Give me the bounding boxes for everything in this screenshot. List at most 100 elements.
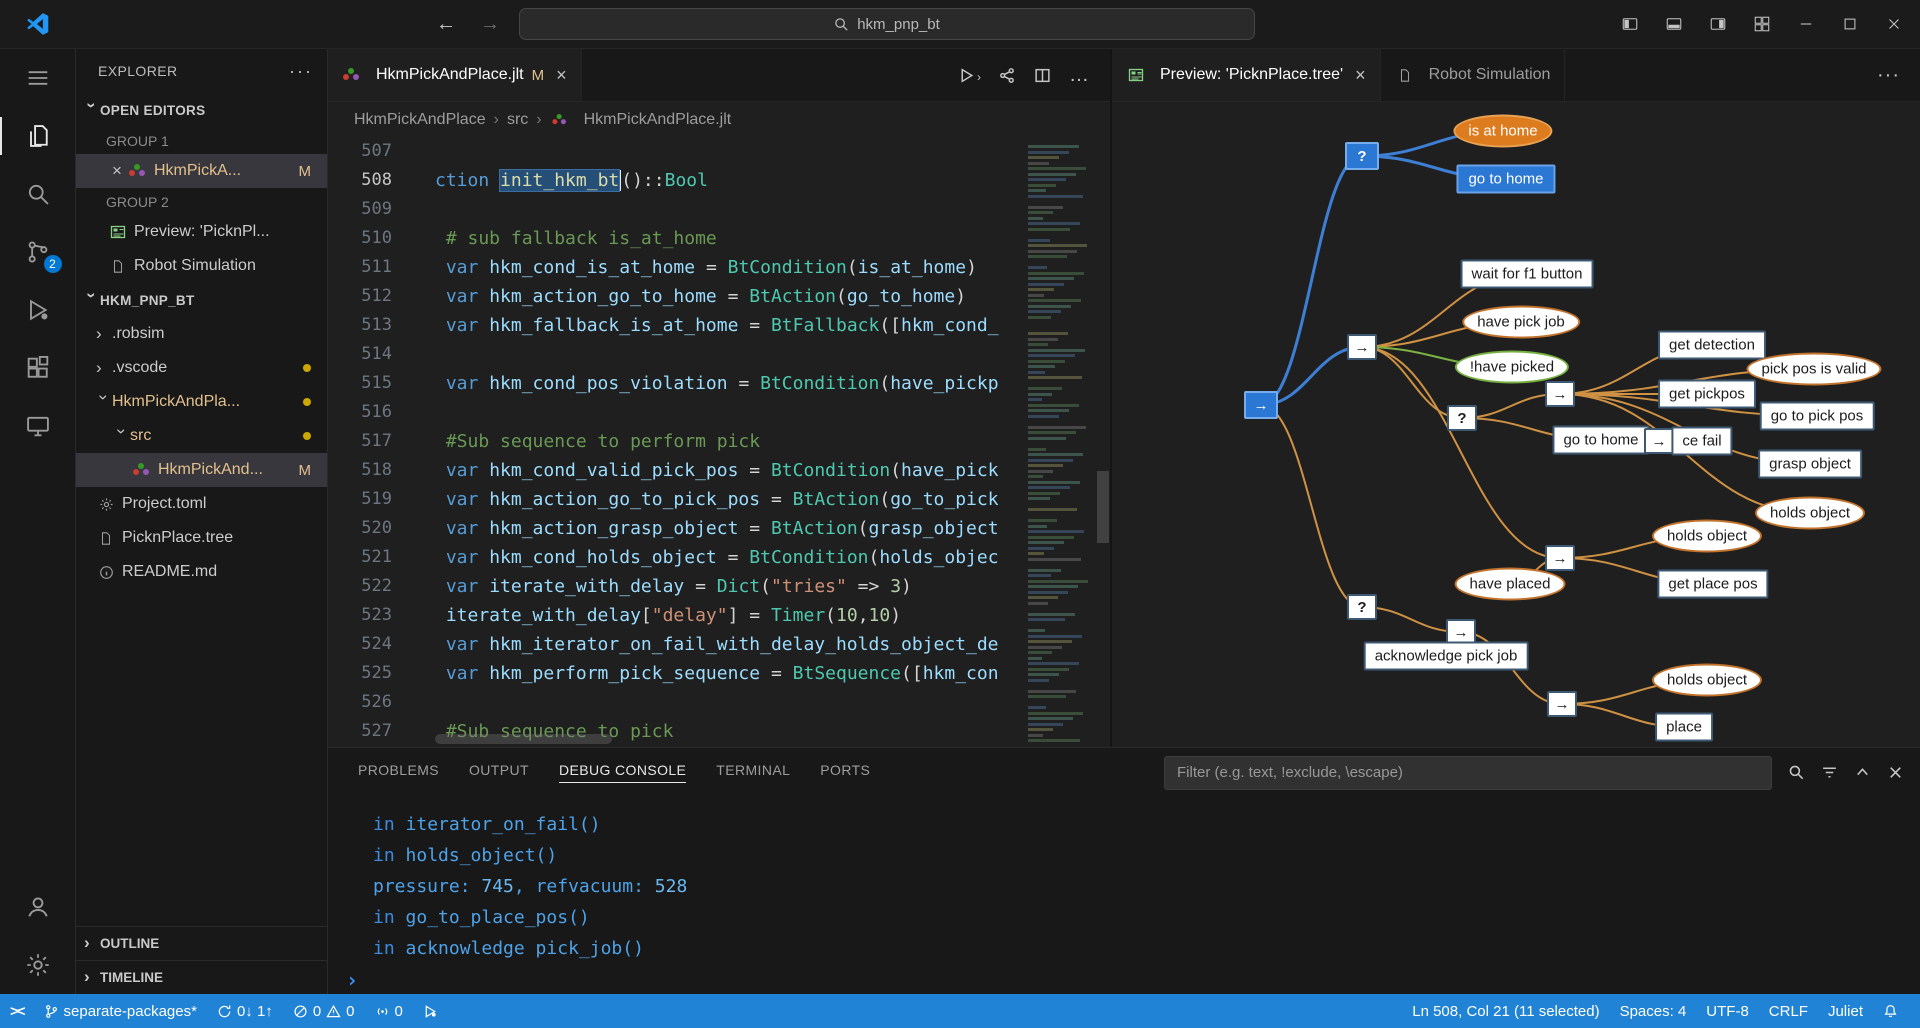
code-line-507[interactable]: 507 <box>328 137 1010 166</box>
tree-node-not-have-picked[interactable]: !have picked <box>1455 351 1569 384</box>
indentation-status[interactable]: Spaces: 4 <box>1610 994 1697 1028</box>
explorer-item-hkmpickand[interactable]: HkmPickAnd...M <box>76 453 327 487</box>
behavior-tree-preview[interactable]: →?is at homego to home→wait for f1 butto… <box>1112 102 1920 747</box>
breadcrumb-folder[interactable]: HkmPickAndPlace <box>354 111 486 129</box>
code-line-523[interactable]: 523 iterate_with_delay["delay"] = Timer(… <box>328 601 1010 630</box>
problems-status[interactable]: 0 0 <box>283 994 365 1028</box>
code-line-517[interactable]: 517 #Sub sequence to perform pick <box>328 427 1010 456</box>
section-header-open-editors[interactable]: ›OPEN EDITORS <box>76 93 327 127</box>
horizontal-scrollbar-thumb[interactable] <box>435 734 612 744</box>
cursor-position[interactable]: Ln 508, Col 21 (11 selected) <box>1402 994 1609 1028</box>
code-line-527[interactable]: 527 #Sub sequence to pick <box>328 717 1010 746</box>
sidebar-more-actions[interactable]: ··· <box>289 61 313 82</box>
more-actions-icon[interactable]: ··· <box>1877 64 1900 87</box>
tab-close-icon[interactable]: × <box>1355 65 1366 86</box>
eol-status[interactable]: CRLF <box>1759 994 1818 1028</box>
tree-node-get-pickpos[interactable]: get pickpos <box>1658 380 1756 409</box>
code-line-513[interactable]: 513 var hkm_fallback_is_at_home = BtFall… <box>328 311 1010 340</box>
command-center-search[interactable]: hkm_pnp_bt <box>519 8 1255 40</box>
tree-node-fallback-mid[interactable]: ? <box>1447 405 1477 431</box>
explorer-item-group-1[interactable]: GROUP 1 <box>76 127 327 154</box>
filter-icon[interactable] <box>1821 764 1838 781</box>
minimize-button[interactable] <box>1786 4 1826 44</box>
panel-tab-output[interactable]: OUTPUT <box>469 762 529 783</box>
extensions-icon[interactable] <box>0 339 76 397</box>
explorer-item-hkmpicka[interactable]: ×HkmPickA...M <box>76 154 327 188</box>
account-icon[interactable] <box>0 878 76 936</box>
explorer-item-project-toml[interactable]: Project.toml <box>76 487 327 521</box>
git-sync-status[interactable]: 0↓ 1↑ <box>207 994 283 1028</box>
menu-icon[interactable] <box>0 49 76 107</box>
source-control-icon[interactable]: 2 <box>0 223 76 281</box>
git-branch-status[interactable]: separate-packages* <box>34 994 207 1028</box>
code-line-511[interactable]: 511 var hkm_cond_is_at_home = BtConditio… <box>328 253 1010 282</box>
timeline-section-header[interactable]: ›TIMELINE <box>76 960 327 994</box>
back-arrow-icon[interactable]: ← <box>431 13 461 36</box>
code-line-518[interactable]: 518 var hkm_cond_valid_pick_pos = BtCond… <box>328 456 1010 485</box>
tree-node-root[interactable]: → <box>1244 391 1278 419</box>
tab-robot-simulation[interactable]: Robot Simulation <box>1381 49 1566 101</box>
code-line-522[interactable]: 522 var iterate_with_delay = Dict("tries… <box>328 572 1010 601</box>
tab-preview-picknplace-tree[interactable]: Preview: 'PicknPlace.tree' × <box>1112 49 1381 101</box>
code-line-515[interactable]: 515 var hkm_cond_pos_violation = BtCondi… <box>328 369 1010 398</box>
tree-node-final-sequence[interactable]: → <box>1547 691 1577 717</box>
toggle-panel-icon[interactable] <box>1654 4 1694 44</box>
settings-gear-icon[interactable] <box>0 936 76 994</box>
code-line-512[interactable]: 512 var hkm_action_go_to_home = BtAction… <box>328 282 1010 311</box>
code-line-524[interactable]: 524 var hkm_iterator_on_fail_with_delay_… <box>328 630 1010 659</box>
tree-node-mini-sequence[interactable]: → <box>1644 428 1674 454</box>
encoding-status[interactable]: UTF-8 <box>1696 994 1759 1028</box>
tree-node-go-to-pick-pos[interactable]: go to pick pos <box>1760 402 1875 431</box>
more-actions-icon[interactable]: … <box>1069 64 1090 87</box>
explorer-item-robsim[interactable]: ›.robsim <box>76 317 327 351</box>
tree-node-fallback-bottom[interactable]: ? <box>1347 594 1377 620</box>
tab-close-icon[interactable]: × <box>556 65 567 86</box>
explorer-item-robot-simulation[interactable]: Robot Simulation <box>76 249 327 283</box>
code-line-508[interactable]: 508ction init_hkm_bt()::Bool <box>328 166 1010 195</box>
split-editor-icon[interactable] <box>1034 67 1051 84</box>
explorer-icon[interactable] <box>0 107 76 165</box>
tree-node-get-place-pos[interactable]: get place pos <box>1657 570 1768 599</box>
run-file-button[interactable]: › <box>958 67 981 84</box>
maximize-panel-icon[interactable] <box>1854 764 1871 781</box>
run-debug-icon[interactable] <box>0 281 76 339</box>
minimap[interactable] <box>1022 137 1096 747</box>
explorer-item-preview-picknpl[interactable]: Preview: 'PicknPl... <box>76 215 327 249</box>
code-line-521[interactable]: 521 var hkm_cond_holds_object = BtCondit… <box>328 543 1010 572</box>
explorer-item-picknplace-tree[interactable]: PicknPlace.tree <box>76 521 327 555</box>
debug-status[interactable] <box>413 994 448 1028</box>
forward-arrow-icon[interactable]: → <box>475 13 505 36</box>
explorer-item-src[interactable]: ›src <box>76 419 327 453</box>
panel-tab-terminal[interactable]: TERMINAL <box>716 762 790 783</box>
code-line-525[interactable]: 525 var hkm_perform_pick_sequence = BtSe… <box>328 659 1010 688</box>
code-line-516[interactable]: 516 <box>328 398 1010 427</box>
find-icon[interactable] <box>1788 764 1805 781</box>
toggle-primary-sidebar-icon[interactable] <box>1610 4 1650 44</box>
section-header-hkm-pnp-bt[interactable]: ›HKM_PNP_BT <box>76 283 327 317</box>
tree-node-ce-fail[interactable]: ce fail <box>1671 427 1732 456</box>
close-editor-icon[interactable]: × <box>108 161 126 181</box>
code-line-510[interactable]: 510 # sub fallback is_at_home <box>328 224 1010 253</box>
tree-node-holds-object-1[interactable]: holds object <box>1755 497 1865 530</box>
panel-tab-ports[interactable]: PORTS <box>820 762 870 783</box>
outline-section-header[interactable]: ›OUTLINE <box>76 926 327 960</box>
remote-explorer-icon[interactable] <box>0 397 76 455</box>
tree-node-pick-pos-is-valid[interactable]: pick pos is valid <box>1746 353 1881 386</box>
panel-tab-debug-console[interactable]: DEBUG CONSOLE <box>559 762 686 783</box>
tree-node-acknowledge-pick-job[interactable]: acknowledge pick job <box>1364 642 1529 671</box>
tree-node-wait-for-f1-button[interactable]: wait for f1 button <box>1461 260 1594 289</box>
code-line-509[interactable]: 509 <box>328 195 1010 224</box>
tree-node-place[interactable]: place <box>1655 713 1713 742</box>
customize-layout-icon[interactable] <box>1742 4 1782 44</box>
toggle-secondary-sidebar-icon[interactable] <box>1698 4 1738 44</box>
breadcrumb-file[interactable]: HkmPickAndPlace.jlt <box>584 111 732 129</box>
console-input-row[interactable]: › <box>346 964 1920 994</box>
tree-node-grasp-object[interactable]: grasp object <box>1758 450 1862 479</box>
code-line-519[interactable]: 519 var hkm_action_go_to_pick_pos = BtAc… <box>328 485 1010 514</box>
tree-node-have-placed[interactable]: have placed <box>1455 568 1566 601</box>
explorer-item-readme-md[interactable]: README.md <box>76 555 327 589</box>
tree-node-pick-sequence[interactable]: → <box>1347 334 1377 360</box>
tab-hkmpickandplace-jlt[interactable]: HkmPickAndPlace.jlt M × <box>328 49 582 101</box>
code-editor[interactable]: 507508ction init_hkm_bt()::Bool509510 # … <box>328 137 1110 747</box>
search-view-icon[interactable] <box>0 165 76 223</box>
